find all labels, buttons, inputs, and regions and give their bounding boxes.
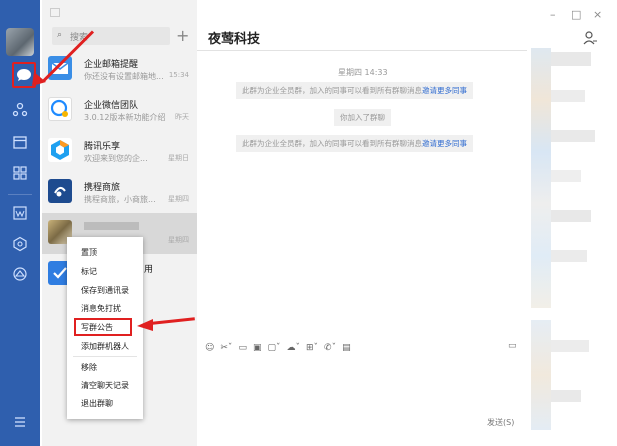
conversation-item[interactable]: 企业微信团队 3.0.12版本新功能介绍 昨天 [42,90,197,131]
conversation-preview: 3.0.12版本新功能介绍 [84,113,166,122]
joined-message: 你加入了群聊 [334,109,391,126]
drive-nav-button[interactable] [10,264,30,284]
avatar[interactable] [6,28,34,56]
menu-item-clear-history[interactable]: 清空聊天记录 [81,380,129,391]
context-menu: 置顶 标记 保存到通讯录 消息免打扰 写群公告 添加群机器人 移除 清空聊天记录… [67,237,143,419]
lexiang-icon [48,138,72,162]
cube-icon [13,236,27,252]
menu-item-save-contacts[interactable]: 保存到通讯录 [81,285,129,296]
conversation-time: 星期四 [168,195,189,203]
doc-icon[interactable]: ▤ [342,343,351,353]
document-nav-button[interactable] [10,203,30,223]
system-message-text: 此群为企业全员群，加入的同事可以看到所有群聊消息 [242,86,422,95]
menu-item-mark[interactable]: 标记 [81,266,97,277]
conversation-time: 星期四 [168,236,189,244]
message-timestamp: 星期四 14:33 [338,68,388,77]
conversation-name: 携程商旅 [84,183,121,193]
maximize-button[interactable]: □ [571,8,581,21]
menu-item-add-bot[interactable]: 添加群机器人 [81,341,129,352]
conversation-name: 企业邮箱提醒 [84,60,139,70]
conversation-time: 15:34 [168,71,189,79]
cube-nav-button[interactable] [10,234,30,254]
search-input[interactable]: ⌕ 搜索 [52,27,170,45]
conversation-preview: 你还没有设置邮箱地... [84,72,164,81]
emoji-icon[interactable]: ☺ [205,343,214,353]
rail-divider [8,194,32,195]
conversation-name: 腾讯乐享 [84,142,121,152]
wecom-icon [48,97,72,121]
invite-link[interactable]: 邀请更多同事 [422,139,467,148]
blurred-name [84,222,139,230]
system-message: 此群为企业全员群，加入的同事可以看到所有群聊消息邀请更多同事 [236,135,473,152]
send-button[interactable]: 发送(S) [487,417,514,428]
chat-title: 夜莺科技 [208,32,261,47]
conversation-preview: 欢迎来到您的企... [84,154,148,163]
header-divider [197,50,527,51]
system-message: 此群为企业全员群，加入的同事可以看到所有群聊消息邀请更多同事 [236,82,473,99]
calendar-icon [13,136,27,149]
phone-icon[interactable]: ✆ˇ [324,343,336,353]
word-icon[interactable]: ▣ [253,343,262,353]
system-message-text: 此群为企业全员群，加入的同事可以看到所有群聊消息 [242,139,422,148]
menu-button[interactable] [10,412,30,432]
history-icon[interactable]: ▭ [508,341,517,351]
contacts-icon [12,102,28,117]
menu-item-announcement[interactable]: 写群公告 [81,322,113,333]
conversation-name: 企业微信团队 [84,101,139,111]
conversation-time: 星期日 [168,154,189,162]
conversation-name: 用 [144,265,154,275]
invite-link[interactable]: 邀请更多同事 [422,86,467,95]
apps-nav-button[interactable] [10,163,30,183]
input-toolbar: ☺ ✂ˇ ▭ ▣ ▢ˇ ☁ˇ ⊞ˇ ✆ˇ ▤ [205,340,525,356]
document-icon [13,206,27,220]
annotation-arrow-head [32,72,46,86]
conversation-item[interactable]: 腾讯乐享 欢迎来到您的企... 星期日 [42,131,197,172]
calendar-nav-button[interactable] [10,132,30,152]
pin-window-icon[interactable] [50,8,60,17]
image-icon[interactable]: ▭ [238,343,247,353]
menu-item-mute[interactable]: 消息免打扰 [81,303,121,314]
scissors-icon[interactable]: ✂ˇ [220,343,232,353]
drive-icon[interactable]: ☁ˇ [286,343,300,353]
drive-icon [13,267,27,281]
menu-icon [15,417,25,427]
member-list [527,40,607,440]
close-button[interactable]: × [593,8,602,21]
menu-item-pin[interactable]: 置顶 [81,247,97,258]
ctrip-icon [48,179,72,203]
conversation-item[interactable]: 携程商旅 携程商旅，小商旅... 星期四 [42,172,197,213]
minimize-button[interactable]: – [550,8,556,21]
contacts-nav-button[interactable] [10,100,30,120]
folder-icon[interactable]: ▢ˇ [267,343,280,353]
menu-divider [73,356,137,357]
search-icon: ⌕ [57,30,63,40]
conversation-preview: 携程商旅，小商旅... [84,195,156,204]
add-icon[interactable]: + [176,26,189,45]
menu-item-leave-group[interactable]: 退出群聊 [81,398,113,409]
annotation-arrow-head [137,319,153,331]
conversation-time: 昨天 [175,113,189,121]
menu-item-remove[interactable]: 移除 [81,362,97,373]
apps-icon [13,166,27,180]
apps-icon[interactable]: ⊞ˇ [306,343,318,353]
